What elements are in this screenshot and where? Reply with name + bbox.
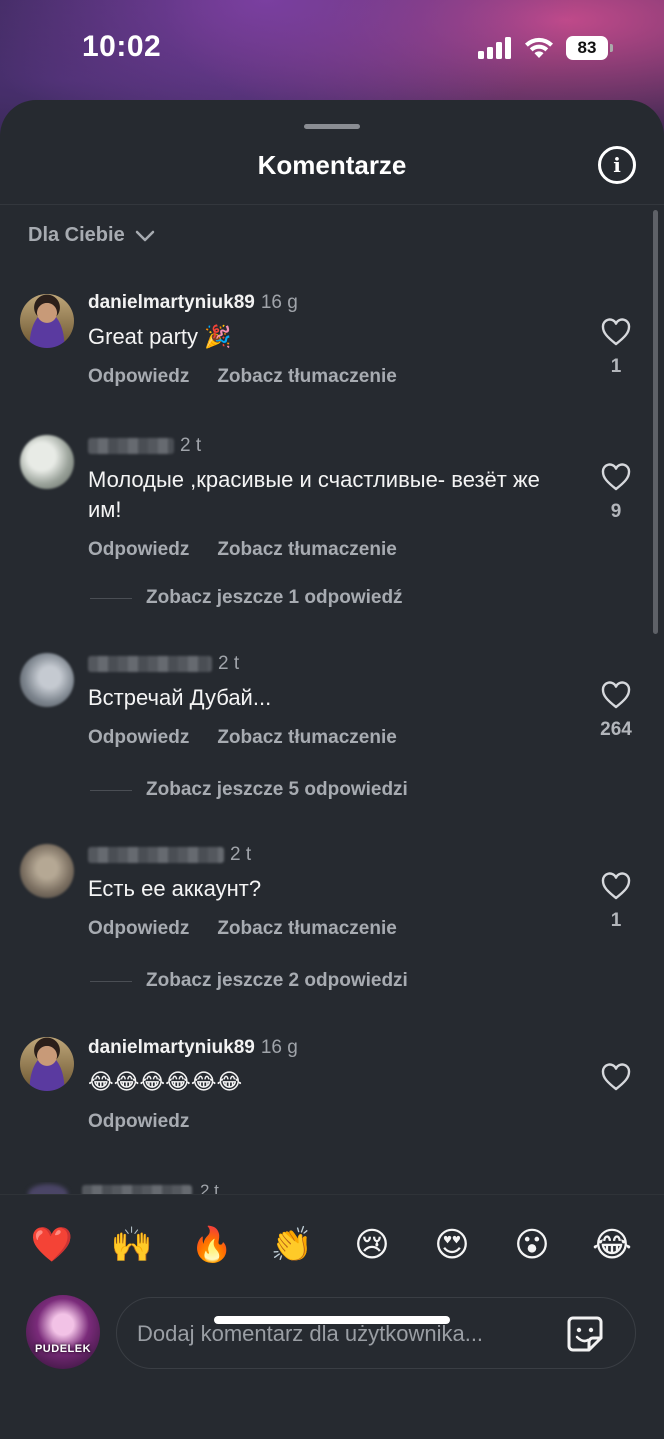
- sheet-title: Komentarze: [257, 150, 407, 180]
- emoji-clap[interactable]: 👏: [270, 1223, 314, 1267]
- comment-body: 2 t Молодые ,красивые и счастливые- везё…: [88, 433, 574, 561]
- heart-outline-icon: [601, 318, 631, 346]
- translate-button[interactable]: Zobacz tłumaczenie: [217, 918, 397, 940]
- comment-time: 16 g: [260, 1037, 298, 1058]
- comment-time: 16 g: [260, 292, 298, 313]
- comment-input[interactable]: [137, 1298, 537, 1370]
- emoji-heart[interactable]: ❤️: [30, 1223, 74, 1267]
- thread-line: [90, 980, 132, 982]
- heart-outline-icon: [601, 463, 631, 491]
- comment-body: danielmartyniuk89 16 g 😂😂😂😂😂😂 Odpowiedz: [88, 1035, 574, 1133]
- status-bar: 10:02 83: [0, 0, 664, 100]
- wifi-icon: [525, 37, 553, 58]
- like-button[interactable]: 1: [596, 318, 636, 378]
- emoji-heart-eyes[interactable]: 😍: [430, 1223, 474, 1267]
- comment-text: Молодые ,красивые и счастливые- везёт же…: [88, 467, 540, 522]
- avatar[interactable]: [20, 653, 74, 707]
- view-more-replies[interactable]: Zobacz jeszcze 1 odpowiedź: [90, 587, 403, 609]
- like-count: 1: [610, 910, 622, 931]
- reply-button[interactable]: Odpowiedz: [88, 539, 189, 561]
- reply-button[interactable]: Odpowiedz: [88, 366, 189, 388]
- view-more-replies[interactable]: Zobacz jeszcze 2 odpowiedzi: [90, 970, 408, 992]
- like-button[interactable]: [596, 1063, 636, 1091]
- battery-indicator: 83: [566, 36, 613, 60]
- sort-label: Dla Ciebie: [28, 224, 125, 246]
- like-count: 1: [610, 356, 622, 377]
- comment-username[interactable]: danielmartyniuk89: [88, 1037, 255, 1059]
- avatar[interactable]: [20, 844, 74, 898]
- home-indicator[interactable]: [214, 1316, 450, 1324]
- sort-dropdown[interactable]: Dla Ciebie: [28, 224, 155, 247]
- translate-button[interactable]: Zobacz tłumaczenie: [217, 727, 397, 749]
- view-more-replies-label: Zobacz jeszcze 5 odpowiedzi: [146, 779, 408, 800]
- thread-line: [90, 597, 132, 599]
- comment-text: Встречай Дубай...: [88, 685, 272, 710]
- emoji-fire[interactable]: 🔥: [190, 1223, 234, 1267]
- comment-username-redacted[interactable]: [88, 847, 224, 863]
- comment-username[interactable]: danielmartyniuk89: [88, 292, 255, 314]
- avatar[interactable]: [20, 435, 74, 489]
- view-more-replies-label: Zobacz jeszcze 2 odpowiedzi: [146, 970, 408, 991]
- view-more-replies[interactable]: Zobacz jeszcze 5 odpowiedzi: [90, 779, 408, 801]
- comment-text: 😂😂😂😂😂😂: [88, 1069, 243, 1094]
- status-time: 10:02: [82, 30, 162, 63]
- comment-time: 2 t: [218, 653, 240, 674]
- reply-button[interactable]: Odpowiedz: [88, 1111, 189, 1133]
- heart-outline-icon: [601, 1063, 631, 1091]
- comment-body: 2 t Есть ее аккаунт? Odpowiedz Zobacz tł…: [88, 842, 574, 940]
- comments-sheet: Komentarze i Dla Ciebie danielmartyniuk8…: [0, 100, 664, 1439]
- heart-outline-icon: [601, 872, 631, 900]
- comment-input-container[interactable]: [116, 1297, 636, 1370]
- reply-button[interactable]: Odpowiedz: [88, 918, 189, 940]
- comment-body: 2 t Встречай Дубай... Odpowiedz Zobacz t…: [88, 651, 574, 749]
- comment-username-redacted[interactable]: [88, 438, 174, 454]
- comment-body: danielmartyniuk89 16 g Great party 🎉 Odp…: [88, 290, 574, 388]
- reply-button[interactable]: Odpowiedz: [88, 727, 189, 749]
- avatar[interactable]: [20, 294, 74, 348]
- emoji-surprised[interactable]: 😮: [510, 1223, 554, 1267]
- quick-reactions-bar: ❤️ 🙌 🔥 👏 😢 😍 😮 😂: [30, 1223, 634, 1267]
- scrollbar[interactable]: [653, 210, 658, 634]
- view-more-replies-label: Zobacz jeszcze 1 odpowiedź: [146, 587, 403, 608]
- comment-time: 2 t: [180, 435, 202, 456]
- sticker-icon[interactable]: [565, 1314, 605, 1354]
- emoji-laughing[interactable]: 😂: [590, 1223, 634, 1267]
- status-icons: 83: [478, 36, 613, 60]
- like-count: 264: [600, 719, 632, 740]
- emoji-raised-hands[interactable]: 🙌: [110, 1223, 154, 1267]
- heart-outline-icon: [601, 681, 631, 709]
- avatar[interactable]: [20, 1037, 74, 1091]
- my-avatar[interactable]: PUDELEK: [26, 1295, 100, 1369]
- avatar-label: PUDELEK: [34, 1343, 92, 1355]
- comment-text: Есть ее аккаунт?: [88, 876, 262, 901]
- signal-icon: [478, 37, 511, 59]
- info-icon[interactable]: i: [598, 146, 636, 184]
- thread-line: [90, 789, 132, 791]
- comment-time: 2 t: [230, 844, 252, 865]
- like-count: 9: [610, 501, 622, 522]
- header-divider: [0, 204, 664, 205]
- like-button[interactable]: 1: [596, 872, 636, 932]
- like-button[interactable]: 9: [596, 463, 636, 523]
- translate-button[interactable]: Zobacz tłumaczenie: [217, 366, 397, 388]
- comment-username-redacted[interactable]: [88, 656, 212, 672]
- comment-text: Great party 🎉: [88, 324, 232, 349]
- translate-button[interactable]: Zobacz tłumaczenie: [217, 539, 397, 561]
- sheet-grabber[interactable]: [304, 124, 360, 129]
- emoji-crying[interactable]: 😢: [350, 1223, 394, 1267]
- chevron-down-icon: [135, 230, 154, 241]
- like-button[interactable]: 264: [596, 681, 636, 741]
